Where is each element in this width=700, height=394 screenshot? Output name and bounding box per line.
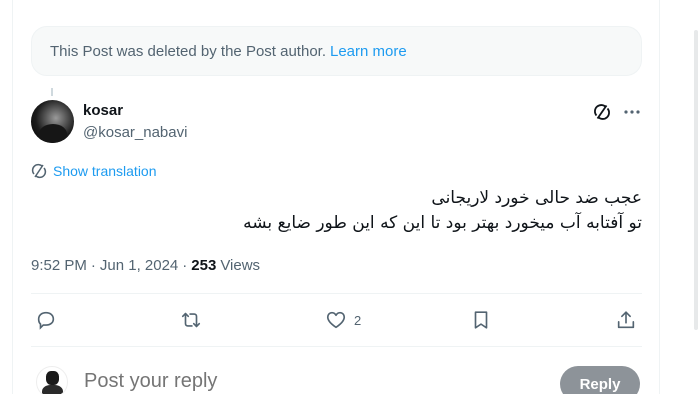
meta-separator: ·	[182, 257, 188, 274]
author-handle[interactable]: @kosar_nabavi	[83, 124, 187, 141]
divider	[31, 293, 642, 294]
thread-connector-line	[51, 88, 53, 96]
current-user-avatar[interactable]	[36, 366, 68, 394]
author-avatar[interactable]	[31, 100, 74, 143]
divider	[31, 346, 642, 347]
share-button[interactable]	[615, 308, 637, 332]
like-count: 2	[354, 312, 362, 328]
like-button[interactable]: 2	[325, 308, 361, 332]
reply-submit-button[interactable]: Reply	[560, 366, 640, 394]
bookmark-button[interactable]	[470, 308, 492, 332]
reply-button[interactable]	[35, 308, 57, 332]
grok-icon[interactable]	[592, 102, 612, 122]
repost-icon	[181, 312, 201, 328]
post-date[interactable]: Jun 1, 2024	[100, 257, 178, 274]
show-translation-label: Show translation	[53, 163, 157, 179]
share-icon	[617, 311, 635, 329]
post-text-line-1: عجب ضد حالی خورد لاریجانی	[431, 188, 642, 208]
column-border-right	[659, 0, 660, 394]
post-metadata: 9:52 PM · Jun 1, 2024 · 253 Views	[31, 257, 260, 274]
scrollbar-thumb[interactable]	[694, 30, 698, 330]
repost-button[interactable]	[180, 308, 202, 332]
translate-icon	[31, 163, 47, 179]
deleted-notice-text: This Post was deleted by the Post author…	[50, 42, 326, 60]
reply-input[interactable]	[84, 370, 484, 393]
author-name[interactable]: kosar	[83, 102, 123, 119]
views-label: Views	[220, 257, 261, 274]
column-border-left	[12, 0, 13, 394]
deleted-post-notice: This Post was deleted by the Post author…	[31, 26, 642, 76]
post-text: عجب ضد حالی خورد لاریجانی تو آفتابه آب م…	[243, 186, 642, 236]
post-text-line-2: تو آفتابه آب میخورد بهتر بود تا این که ا…	[243, 213, 642, 233]
post-time[interactable]: 9:52 PM	[31, 257, 87, 274]
learn-more-link[interactable]: Learn more	[330, 43, 407, 60]
meta-separator: ·	[90, 257, 96, 274]
views-count: 253	[191, 257, 217, 274]
bookmark-icon	[474, 311, 488, 329]
show-translation-link[interactable]: Show translation	[31, 163, 157, 179]
more-icon[interactable]	[622, 102, 642, 122]
like-icon	[326, 311, 346, 329]
reply-icon	[37, 311, 55, 330]
